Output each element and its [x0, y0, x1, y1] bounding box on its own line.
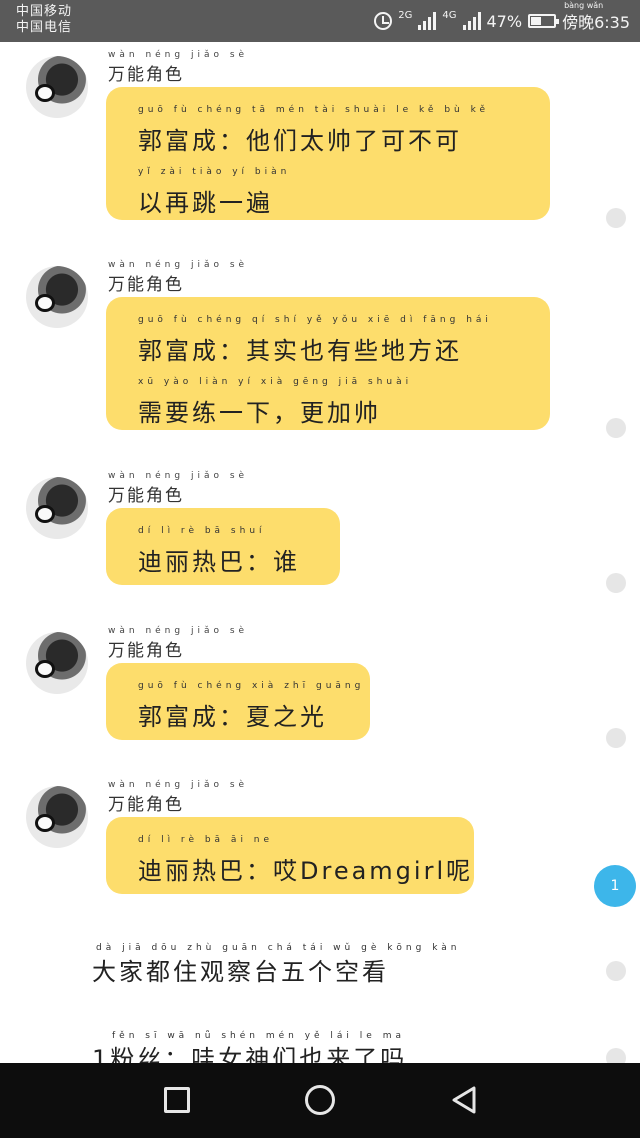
sender-name: 万能角色 — [108, 275, 184, 295]
sender-name: 万能角色 — [108, 65, 184, 85]
bubble-line: guō fù chéng tā mén tài shuài le kě bù k… — [138, 105, 520, 175]
bubble-line: dí lì rè bā āi ne 迪丽热巴：哎Dreamgirl呢 — [138, 835, 470, 905]
sender-name: 万能角色 — [108, 486, 184, 506]
network-2-label: 4G — [442, 9, 457, 21]
battery-fill — [531, 17, 542, 25]
battery-icon — [528, 14, 560, 28]
sender-pinyin: wàn néng jiǎo sè — [108, 626, 249, 636]
sender-name: 万能角色 — [108, 795, 184, 815]
panda-icon — [35, 294, 55, 312]
line-text: 郭富成：夏之光 — [138, 703, 327, 731]
message-bubble[interactable]: dí lì rè bā shuí 迪丽热巴：谁 — [106, 508, 340, 585]
status-icons: 2G 4G 47% bàng wǎn 傍晚6:35 — [374, 0, 630, 42]
avatar[interactable] — [26, 56, 88, 118]
line-pinyin: dí lì rè bā shuí — [138, 526, 266, 536]
avatar[interactable] — [26, 266, 88, 328]
line-text: 需要练一下，更加帅 — [138, 399, 381, 427]
bubble-line: guō fù chéng qí shí yě yǒu xiē dì fāng h… — [138, 315, 520, 385]
status-bar: 中国移动 中国电信 2G 4G 47% bàng wǎn 傍晚6:35 — [0, 0, 640, 42]
back-icon[interactable] — [450, 1085, 480, 1115]
message-status-dot[interactable] — [606, 418, 626, 438]
bubble-line: guō fù chéng xià zhī guāng 郭富成：夏之光 — [138, 681, 360, 751]
sender-pinyin: wàn néng jiǎo sè — [108, 260, 249, 270]
signal-icon — [462, 12, 481, 30]
line-text: 以再跳一遍 — [138, 189, 273, 217]
battery-percent: 47% — [486, 11, 523, 31]
message-bubble[interactable]: guō fù chéng qí shí yě yǒu xiē dì fāng h… — [106, 297, 550, 430]
navigation-bar — [0, 1063, 640, 1138]
sender-pinyin: wàn néng jiǎo sè — [108, 780, 249, 790]
bubble-line: yǐ zài tiào yí biàn 以再跳一遍 — [138, 167, 520, 237]
carrier-names: 中国移动 中国电信 — [16, 4, 72, 36]
clock-pinyin: bàng wǎn — [564, 1, 604, 10]
panda-icon — [35, 505, 55, 523]
panda-icon — [35, 84, 55, 102]
message-bubble[interactable]: guō fù chéng tā mén tài shuài le kě bù k… — [106, 87, 550, 220]
carrier-1: 中国移动 — [16, 4, 73, 19]
line-pinyin: dí lì rè bā āi ne — [138, 835, 274, 845]
panda-icon — [35, 814, 55, 832]
line-text: 郭富成：其实也有些地方还 — [138, 337, 462, 365]
line-text: 迪丽热巴：哎Dreamgirl呢 — [138, 857, 474, 885]
clock-text: 傍晚6:35 — [562, 13, 630, 32]
bubble-line: dí lì rè bā shuí 迪丽热巴：谁 — [138, 526, 310, 596]
sender-pinyin: wàn néng jiǎo sè — [108, 471, 249, 481]
signal-icon — [418, 12, 437, 30]
message-bubble[interactable]: dí lì rè bā āi ne 迪丽热巴：哎Dreamgirl呢 — [106, 817, 474, 894]
avatar[interactable] — [26, 632, 88, 694]
line-pinyin: guō fù chéng xià zhī guāng — [138, 681, 365, 691]
unread-count-badge[interactable]: 1 — [594, 865, 636, 907]
message-status-dot[interactable] — [606, 961, 626, 981]
bubble-line: xū yào liàn yí xià gēng jiā shuài 需要练一下，… — [138, 377, 520, 447]
line-pinyin: guō fù chéng qí shí yě yǒu xiē dì fāng h… — [138, 315, 492, 325]
avatar[interactable] — [26, 477, 88, 539]
line-pinyin: yǐ zài tiào yí biàn — [138, 167, 291, 177]
line-text: 迪丽热巴：谁 — [138, 548, 300, 576]
line-text: 郭富成：他们太帅了可不可 — [138, 127, 462, 155]
network-1-label: 2G — [398, 9, 413, 21]
line-pinyin: guō fù chéng tā mén tài shuài le kě bù k… — [138, 105, 490, 115]
message-status-dot[interactable] — [606, 208, 626, 228]
message-status-dot[interactable] — [606, 573, 626, 593]
avatar[interactable] — [26, 786, 88, 848]
home-icon[interactable] — [305, 1085, 335, 1115]
panda-icon — [35, 660, 55, 678]
clock: bàng wǎn 傍晚6:35 — [562, 1, 630, 33]
alarm-icon — [374, 12, 393, 30]
sender-pinyin: wàn néng jiǎo sè — [108, 50, 249, 60]
line-pinyin: xū yào liàn yí xià gēng jiā shuài — [138, 377, 413, 387]
recent-apps-icon[interactable] — [164, 1087, 190, 1113]
message-status-dot[interactable] — [606, 728, 626, 748]
message-bubble[interactable]: guō fù chéng xià zhī guāng 郭富成：夏之光 — [106, 663, 370, 740]
narration-text: 大家都住观察台五个空看 — [92, 958, 389, 986]
carrier-2: 中国电信 — [16, 20, 73, 35]
sender-name: 万能角色 — [108, 641, 184, 661]
